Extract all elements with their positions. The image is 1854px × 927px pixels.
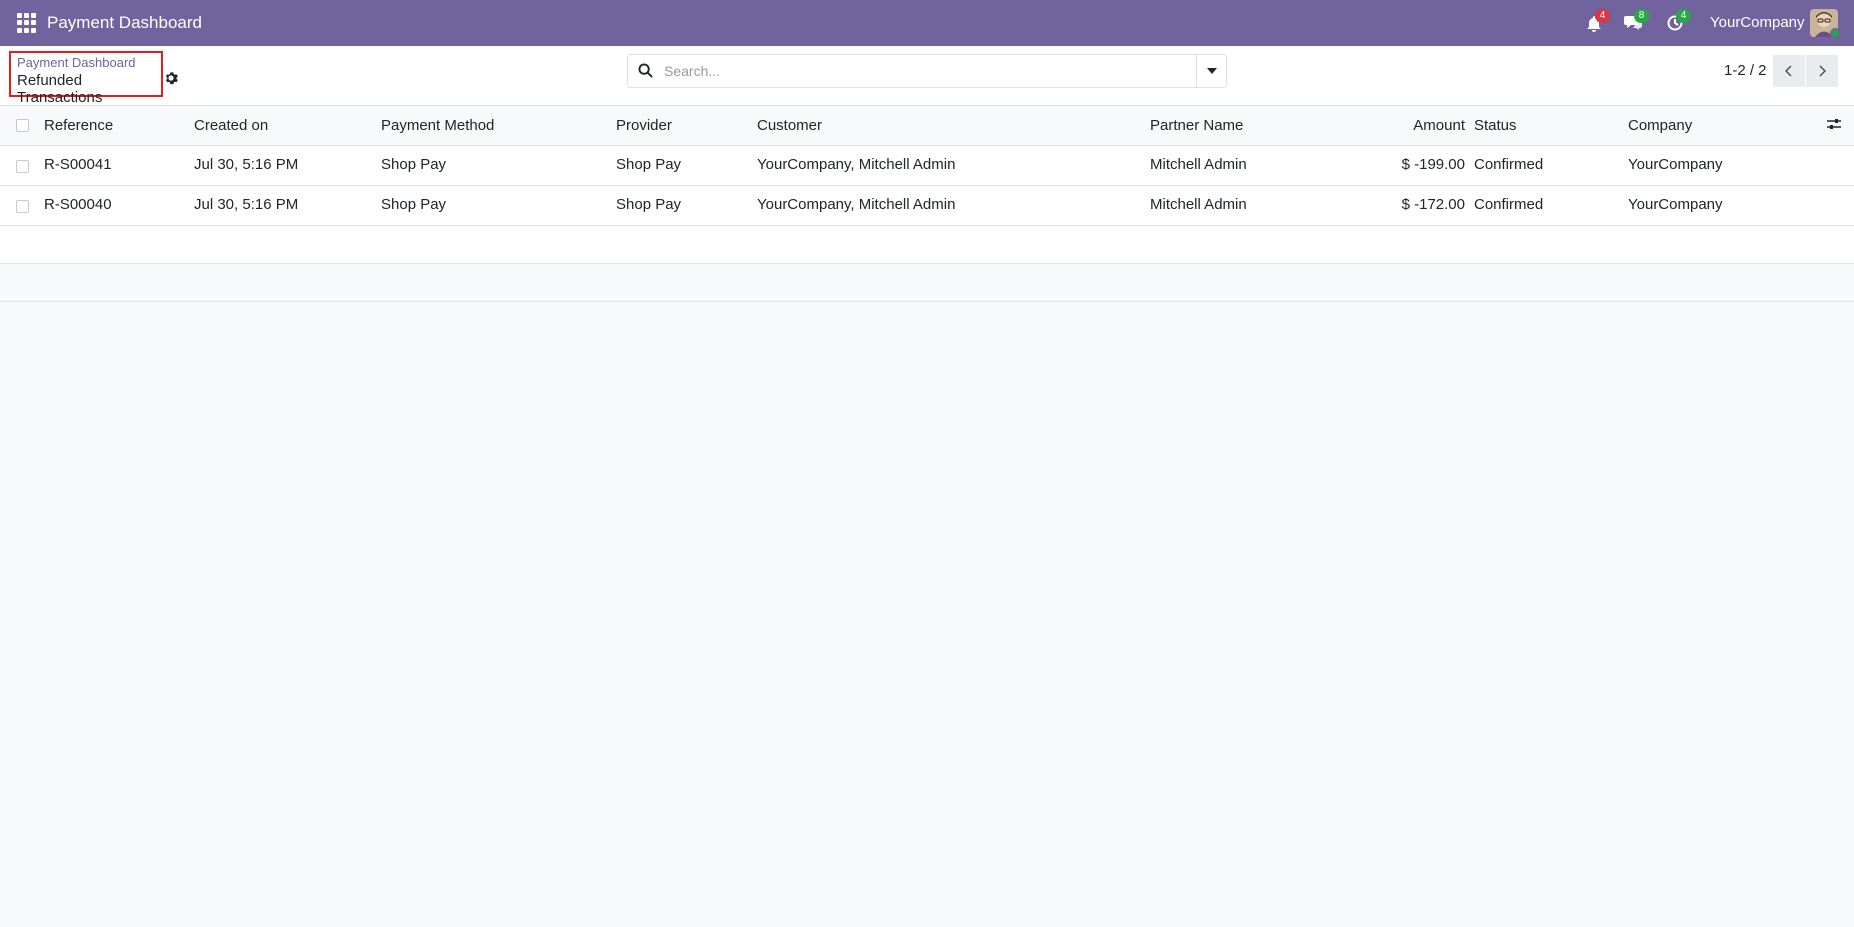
gear-icon[interactable] xyxy=(164,71,180,87)
search-input[interactable] xyxy=(664,55,1194,87)
column-header-provider[interactable]: Provider xyxy=(616,117,672,134)
messages-badge: 8 xyxy=(1634,9,1649,23)
row-checkbox[interactable] xyxy=(16,160,29,173)
cell-amount: $ -172.00 xyxy=(1401,196,1465,213)
breadcrumb: Payment Dashboard Refunded Transactions xyxy=(9,51,163,106)
optional-columns-toggle-icon[interactable] xyxy=(1827,117,1843,133)
cell-amount: $ -199.00 xyxy=(1401,156,1465,173)
row-checkbox[interactable] xyxy=(16,200,29,213)
cell-provider: Shop Pay xyxy=(616,196,682,213)
select-all-checkbox[interactable] xyxy=(16,119,29,132)
app-brand[interactable]: Payment Dashboard xyxy=(47,13,202,33)
column-header-amount[interactable]: Amount xyxy=(1380,117,1465,134)
empty-row xyxy=(0,264,1854,302)
column-header-partner-name[interactable]: Partner Name xyxy=(1150,117,1243,134)
table-row[interactable]: R-S00041 Jul 30, 5:16 PM Shop Pay Shop P… xyxy=(0,146,1854,186)
cell-payment-method: Shop Pay xyxy=(381,196,447,213)
cell-payment-method: Shop Pay xyxy=(381,156,447,173)
online-status-dot xyxy=(1830,28,1841,39)
top-navbar: Payment Dashboard 4 8 4 YourCompany xyxy=(0,0,1854,46)
timer-clock-icon[interactable]: 4 xyxy=(1664,9,1691,34)
table-row[interactable]: R-S00040 Jul 30, 5:16 PM Shop Pay Shop P… xyxy=(0,186,1854,226)
column-header-payment-method[interactable]: Payment Method xyxy=(381,117,494,134)
app-menu-icon[interactable] xyxy=(17,13,37,33)
pager-next-button[interactable] xyxy=(1806,55,1838,87)
cell-status: Confirmed xyxy=(1474,156,1544,173)
cell-reference: R-S00040 xyxy=(44,196,112,213)
cell-company: YourCompany xyxy=(1628,156,1723,173)
column-header-company[interactable]: Company xyxy=(1628,117,1692,134)
pager-previous-button[interactable] xyxy=(1773,55,1805,87)
cell-created-on: Jul 30, 5:16 PM xyxy=(194,196,299,213)
chevron-left-icon xyxy=(1785,65,1792,77)
cell-partner-name: Mitchell Admin xyxy=(1150,156,1247,173)
cell-reference: R-S00041 xyxy=(44,156,112,173)
cell-partner-name: Mitchell Admin xyxy=(1150,196,1247,213)
activity-bell-icon[interactable]: 4 xyxy=(1583,9,1610,34)
cell-customer: YourCompany, Mitchell Admin xyxy=(757,196,956,213)
search-options-toggle[interactable] xyxy=(1196,55,1226,87)
empty-row xyxy=(0,226,1854,264)
cell-provider: Shop Pay xyxy=(616,156,682,173)
column-header-reference[interactable]: Reference xyxy=(44,117,113,134)
search-bar xyxy=(627,54,1227,88)
timer-badge: 4 xyxy=(1676,9,1691,23)
table-header: Reference Created on Payment Method Prov… xyxy=(0,106,1854,146)
column-header-created-on[interactable]: Created on xyxy=(194,117,268,134)
column-header-status[interactable]: Status xyxy=(1474,117,1517,134)
cell-status: Confirmed xyxy=(1474,196,1544,213)
search-icon xyxy=(638,63,654,79)
company-switcher[interactable]: YourCompany xyxy=(1710,14,1805,31)
activity-badge: 4 xyxy=(1595,9,1610,23)
messages-chat-icon[interactable]: 8 xyxy=(1622,9,1649,34)
user-avatar[interactable] xyxy=(1810,9,1841,39)
cell-company: YourCompany xyxy=(1628,196,1723,213)
column-header-customer[interactable]: Customer xyxy=(757,117,822,134)
cell-customer: YourCompany, Mitchell Admin xyxy=(757,156,956,173)
breadcrumb-parent-link[interactable]: Payment Dashboard xyxy=(17,55,136,70)
cell-created-on: Jul 30, 5:16 PM xyxy=(194,156,299,173)
page-title: Refunded Transactions xyxy=(17,72,103,106)
caret-down-icon xyxy=(1206,68,1217,74)
pager-value[interactable]: 1-2 / 2 xyxy=(1724,62,1767,79)
chevron-right-icon xyxy=(1819,65,1826,77)
control-panel: Payment Dashboard Refunded Transactions … xyxy=(0,46,1854,106)
